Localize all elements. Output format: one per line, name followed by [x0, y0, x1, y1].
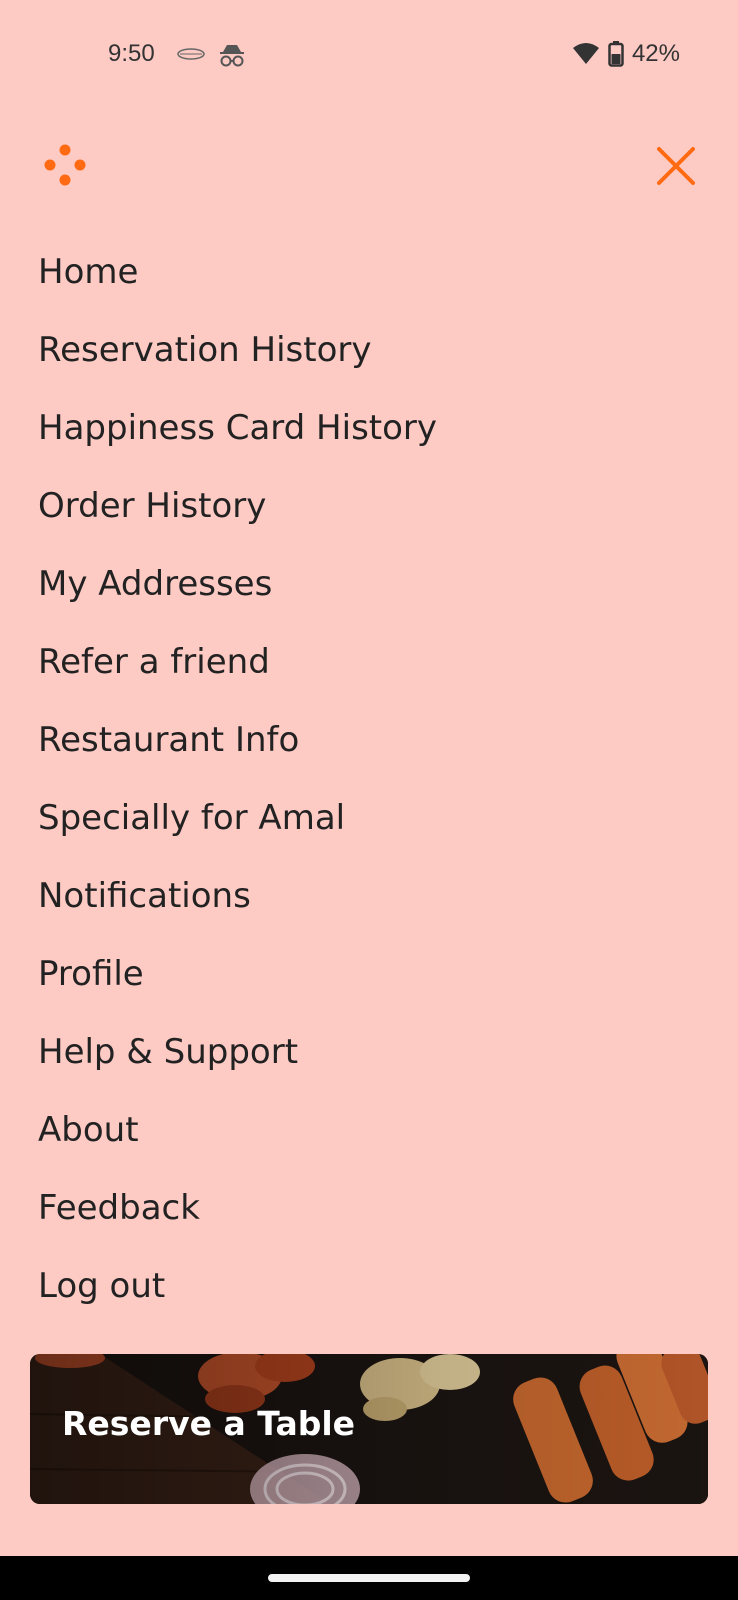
wifi-icon	[572, 43, 599, 64]
carrier-logo-icon	[177, 48, 205, 60]
drawer-menu: Home Reservation History Happiness Card …	[38, 233, 698, 1325]
status-bar: 9:50 42%	[0, 0, 738, 112]
reserve-table-label: Reserve a Table	[62, 1404, 356, 1443]
menu-item-restaurant-info[interactable]: Restaurant Info	[38, 701, 698, 779]
menu-item-order-history[interactable]: Order History	[38, 467, 698, 545]
menu-item-help-support[interactable]: Help & Support	[38, 1013, 698, 1091]
menu-item-refer-a-friend[interactable]: Refer a friend	[38, 623, 698, 701]
home-gesture-pill[interactable]	[268, 1574, 470, 1582]
battery-icon	[608, 41, 624, 67]
menu-item-specially-for-amal[interactable]: Specially for Amal	[38, 779, 698, 857]
menu-item-home[interactable]: Home	[38, 233, 698, 311]
reserve-table-banner[interactable]: Reserve a Table	[30, 1354, 708, 1504]
status-right-group: 42%	[572, 40, 680, 68]
menu-item-log-out[interactable]: Log out	[38, 1247, 698, 1325]
menu-item-my-addresses[interactable]: My Addresses	[38, 545, 698, 623]
menu-item-happiness-card-history[interactable]: Happiness Card History	[38, 389, 698, 467]
menu-item-profile[interactable]: Profile	[38, 935, 698, 1013]
dots-logo-icon	[44, 144, 86, 186]
menu-item-reservation-history[interactable]: Reservation History	[38, 311, 698, 389]
incognito-icon	[220, 45, 244, 67]
battery-percent: 42%	[631, 40, 680, 67]
menu-item-notifications[interactable]: Notifications	[38, 857, 698, 935]
menu-item-feedback[interactable]: Feedback	[38, 1169, 698, 1247]
close-icon[interactable]	[652, 142, 700, 190]
menu-item-about[interactable]: About	[38, 1091, 698, 1169]
status-time: 9:50	[108, 40, 155, 67]
